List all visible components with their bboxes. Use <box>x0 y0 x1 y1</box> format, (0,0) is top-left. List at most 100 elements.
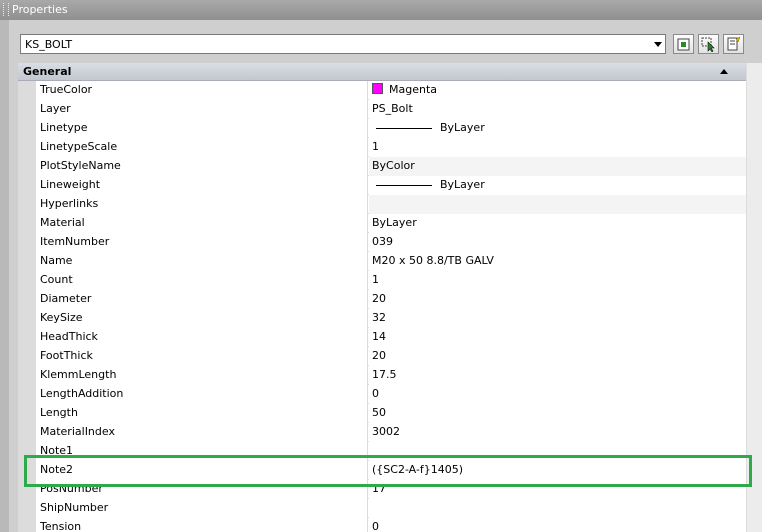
property-name: TrueColor <box>36 81 368 100</box>
property-name: Diameter <box>36 290 368 309</box>
select-objects-button[interactable] <box>698 34 719 54</box>
property-row-hyperlinks[interactable]: Hyperlinks <box>18 195 746 214</box>
row-gutter <box>18 81 36 100</box>
collapse-arrow-icon[interactable] <box>720 69 728 74</box>
property-value[interactable]: ByColor <box>369 157 746 176</box>
property-row-name[interactable]: Name M20 x 50 8.8/TB GALV <box>18 252 746 271</box>
row-gutter <box>18 518 36 532</box>
property-value[interactable]: 20 <box>369 290 746 309</box>
row-gutter <box>18 271 36 290</box>
group-general[interactable]: General <box>18 63 746 81</box>
property-value-text: 50 <box>372 406 386 419</box>
property-name: MaterialIndex <box>36 423 368 442</box>
property-value[interactable]: PS_Bolt <box>369 100 746 119</box>
toggle-pickadd-button[interactable] <box>673 34 694 54</box>
property-name: HeadThick <box>36 328 368 347</box>
property-value[interactable]: 1 <box>369 138 746 157</box>
row-gutter <box>18 290 36 309</box>
linetype-sample-icon <box>376 184 432 186</box>
row-gutter <box>18 366 36 385</box>
property-value[interactable] <box>369 195 746 214</box>
property-row-tension[interactable]: Tension 0 <box>18 518 746 532</box>
property-row-count[interactable]: Count 1 <box>18 271 746 290</box>
select-objects-icon <box>701 37 715 52</box>
property-value-text: 14 <box>372 330 386 343</box>
property-name: Length <box>36 404 368 423</box>
drag-grip-icon[interactable] <box>3 3 9 16</box>
property-name: LengthAddition <box>36 385 368 404</box>
property-value-text: 3002 <box>372 425 400 438</box>
row-gutter <box>18 138 36 157</box>
property-row-plotstylename[interactable]: PlotStyleName ByColor <box>18 157 746 176</box>
property-value[interactable]: ByLayer <box>369 176 746 195</box>
quick-select-icon <box>727 36 741 51</box>
property-name: Name <box>36 252 368 271</box>
property-value[interactable]: Magenta <box>369 81 746 100</box>
note2-highlight-box <box>24 455 752 487</box>
property-row-klemmlength[interactable]: KlemmLength 17.5 <box>18 366 746 385</box>
property-row-materialindex[interactable]: MaterialIndex 3002 <box>18 423 746 442</box>
property-row-material[interactable]: Material ByLayer <box>18 214 746 233</box>
property-name: KeySize <box>36 309 368 328</box>
property-value[interactable]: 0 <box>369 518 746 532</box>
row-gutter <box>18 309 36 328</box>
property-name: ShipNumber <box>36 499 368 518</box>
property-name: FootThick <box>36 347 368 366</box>
linetype-sample-icon <box>376 127 432 129</box>
property-value-text: PS_Bolt <box>372 102 413 115</box>
property-value[interactable]: 32 <box>369 309 746 328</box>
property-row-length[interactable]: Length 50 <box>18 404 746 423</box>
property-row-lineweight[interactable]: Lineweight ByLayer <box>18 176 746 195</box>
panel-side-strip <box>0 20 9 532</box>
property-row-diameter[interactable]: Diameter 20 <box>18 290 746 309</box>
property-row-shipnumber[interactable]: ShipNumber <box>18 499 746 518</box>
row-gutter <box>18 347 36 366</box>
property-value[interactable]: 14 <box>369 328 746 347</box>
row-gutter <box>18 100 36 119</box>
property-value-text: 32 <box>372 311 386 324</box>
property-value-text: 1 <box>372 140 379 153</box>
quick-select-button[interactable] <box>723 34 744 54</box>
property-value[interactable]: 20 <box>369 347 746 366</box>
property-value-text: ByColor <box>372 159 415 172</box>
property-row-headthick[interactable]: HeadThick 14 <box>18 328 746 347</box>
property-name: PlotStyleName <box>36 157 368 176</box>
property-row-linetypescale[interactable]: LinetypeScale 1 <box>18 138 746 157</box>
property-value-text: ByLayer <box>372 216 417 229</box>
property-name: Material <box>36 214 368 233</box>
palette-title: Properties <box>12 3 68 16</box>
property-name: KlemmLength <box>36 366 368 385</box>
property-value[interactable]: 50 <box>369 404 746 423</box>
property-row-footthick[interactable]: FootThick 20 <box>18 347 746 366</box>
property-value[interactable]: M20 x 50 8.8/TB GALV <box>369 252 746 271</box>
object-type-dropdown[interactable]: KS_BOLT <box>20 34 666 54</box>
color-swatch-icon <box>372 83 383 94</box>
property-value[interactable]: 3002 <box>369 423 746 442</box>
row-gutter <box>18 119 36 138</box>
property-name: Lineweight <box>36 176 368 195</box>
property-name: ItemNumber <box>36 233 368 252</box>
property-row-truecolor[interactable]: TrueColor Magenta <box>18 81 746 100</box>
property-value-text: 039 <box>372 235 393 248</box>
property-value[interactable]: ByLayer <box>369 119 746 138</box>
properties-titlebar[interactable]: Properties <box>0 0 762 20</box>
property-row-itemnumber[interactable]: ItemNumber 039 <box>18 233 746 252</box>
property-name: Hyperlinks <box>36 195 368 214</box>
property-row-lengthaddition[interactable]: LengthAddition 0 <box>18 385 746 404</box>
property-value[interactable]: 0 <box>369 385 746 404</box>
property-value-text: 1 <box>372 273 379 286</box>
property-name: Count <box>36 271 368 290</box>
property-value[interactable]: 039 <box>369 233 746 252</box>
property-row-keysize[interactable]: KeySize 32 <box>18 309 746 328</box>
property-row-layer[interactable]: Layer PS_Bolt <box>18 100 746 119</box>
property-row-linetype[interactable]: Linetype ByLayer <box>18 119 746 138</box>
property-name: Linetype <box>36 119 368 138</box>
property-value[interactable]: 17.5 <box>369 366 746 385</box>
chevron-down-icon[interactable] <box>654 42 662 47</box>
property-value[interactable]: ByLayer <box>369 214 746 233</box>
row-gutter <box>18 423 36 442</box>
row-gutter <box>18 195 36 214</box>
property-value[interactable]: 1 <box>369 271 746 290</box>
property-value[interactable] <box>369 499 746 518</box>
property-value-text: 20 <box>372 349 386 362</box>
